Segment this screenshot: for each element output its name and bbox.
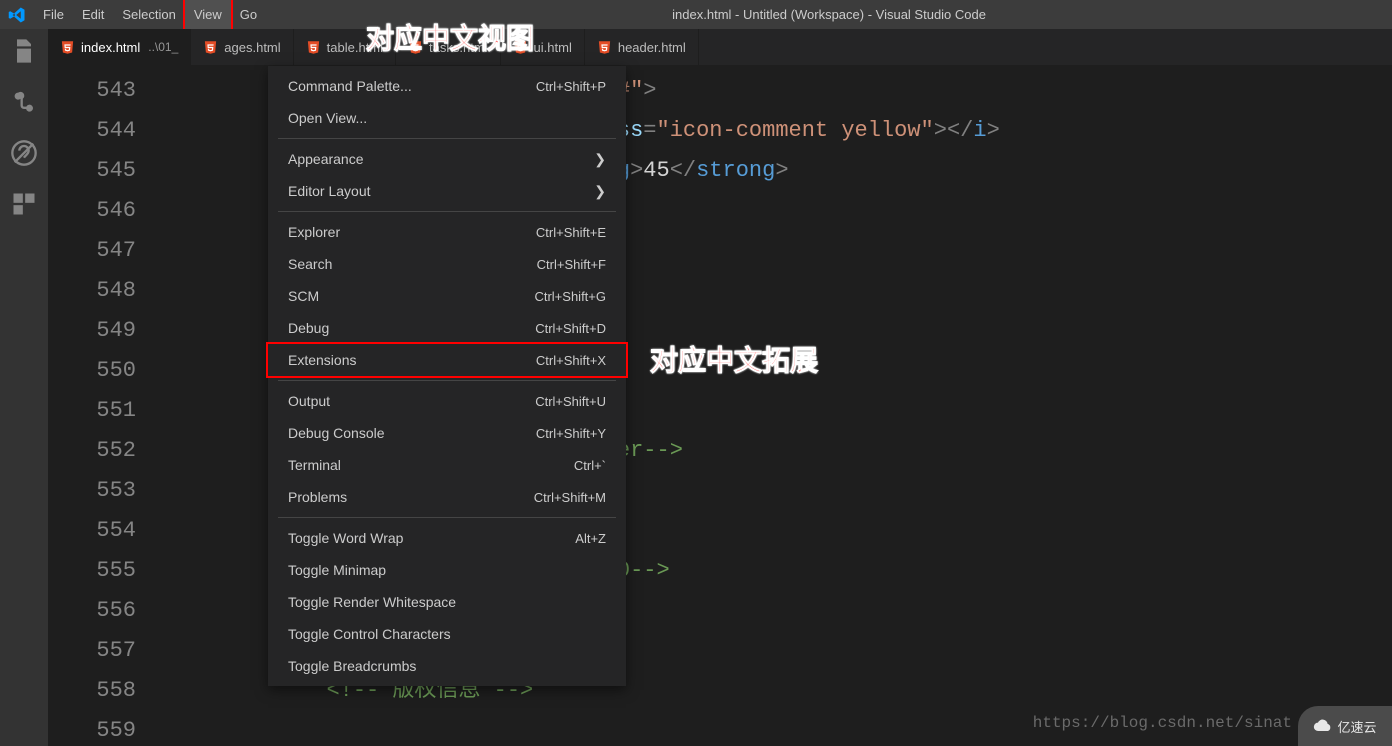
menu-debug[interactable]: Debug Ctrl+Shift+D	[268, 312, 626, 344]
menu-edit[interactable]: Edit	[73, 0, 113, 29]
menu-command-palette-[interactable]: Command Palette... Ctrl+Shift+P	[268, 70, 626, 102]
watermark-url: https://blog.csdn.net/sinat	[1033, 714, 1292, 732]
menu-separator	[278, 211, 616, 212]
shortcut-label: Ctrl+Shift+U	[535, 394, 606, 409]
menu-label: Toggle Control Characters	[288, 626, 451, 642]
menu-editor-layout[interactable]: Editor Layout ❯	[268, 175, 626, 207]
shortcut-label: Ctrl+Shift+G	[534, 289, 606, 304]
editor-tabs: index.html..\01_ages.htmltable.htmltasks…	[48, 29, 1392, 65]
menu-open-view-[interactable]: Open View...	[268, 102, 626, 134]
tab-index-html[interactable]: index.html ..\01_	[48, 29, 191, 65]
menu-appearance[interactable]: Appearance ❯	[268, 143, 626, 175]
menu-go[interactable]: Go	[231, 0, 266, 29]
editor[interactable]: 5435445455465475485495505515525535545555…	[48, 65, 1392, 746]
menu-bar: File Edit Selection View Go	[34, 0, 266, 29]
vscode-logo-icon	[0, 6, 34, 24]
menu-file[interactable]: File	[34, 0, 73, 29]
shortcut-label: Ctrl+Shift+E	[536, 225, 606, 240]
menu-label: Editor Layout	[288, 183, 371, 199]
menu-scm[interactable]: SCM Ctrl+Shift+G	[268, 280, 626, 312]
tab-header-html[interactable]: header.html	[585, 29, 699, 65]
explorer-icon[interactable]	[10, 37, 38, 70]
shortcut-label: Ctrl+Shift+M	[534, 490, 606, 505]
menu-toggle-breadcrumbs[interactable]: Toggle Breadcrumbs	[268, 650, 626, 682]
tab-label: ui.html	[534, 40, 572, 55]
menu-separator	[278, 380, 616, 381]
tab-helper: ..\01_	[148, 40, 178, 54]
annotation-extensions: 对应中文拓展	[650, 339, 818, 379]
watermark-brand: 亿速云	[1298, 706, 1392, 746]
menu-label: Explorer	[288, 224, 340, 240]
shortcut-label: Ctrl+Shift+Y	[536, 426, 606, 441]
menu-label: Command Palette...	[288, 78, 412, 94]
chevron-right-icon: ❯	[594, 151, 606, 168]
menu-view[interactable]: View	[185, 0, 231, 29]
menu-label: Toggle Word Wrap	[288, 530, 403, 546]
tab-ages-html[interactable]: ages.html	[191, 29, 293, 65]
menu-label: Search	[288, 256, 332, 272]
menu-toggle-control-characters[interactable]: Toggle Control Characters	[268, 618, 626, 650]
menu-label: Output	[288, 393, 330, 409]
menu-toggle-word-wrap[interactable]: Toggle Word Wrap Alt+Z	[268, 522, 626, 554]
shortcut-label: Ctrl+Shift+X	[536, 353, 606, 368]
menu-label: Debug Console	[288, 425, 385, 441]
editor-main: 对应中文视图 对应中文拓展 index.html..\01_ages.htmlt…	[48, 29, 1392, 746]
menu-label: Appearance	[288, 151, 364, 167]
menu-label: Problems	[288, 489, 347, 505]
tab-label: header.html	[618, 40, 686, 55]
menu-label: Open View...	[288, 110, 367, 126]
menu-separator	[278, 517, 616, 518]
title-bar: File Edit Selection View Go index.html -…	[0, 0, 1392, 29]
menu-label: Toggle Render Whitespace	[288, 594, 456, 610]
menu-terminal[interactable]: Terminal Ctrl+`	[268, 449, 626, 481]
menu-extensions[interactable]: Extensions Ctrl+Shift+X	[268, 344, 626, 376]
tab-label: index.html	[81, 40, 140, 55]
menu-debug-console[interactable]: Debug Console Ctrl+Shift+Y	[268, 417, 626, 449]
watermark-brand-label: 亿速云	[1337, 717, 1376, 736]
chevron-right-icon: ❯	[594, 183, 606, 200]
menu-selection[interactable]: Selection	[113, 0, 184, 29]
menu-explorer[interactable]: Explorer Ctrl+Shift+E	[268, 216, 626, 248]
annotation-view: 对应中文视图	[366, 17, 534, 57]
shortcut-label: Ctrl+Shift+F	[537, 257, 606, 272]
menu-label: Toggle Breadcrumbs	[288, 658, 416, 674]
menu-output[interactable]: Output Ctrl+Shift+U	[268, 385, 626, 417]
menu-label: SCM	[288, 288, 319, 304]
shortcut-label: Ctrl+Shift+D	[535, 321, 606, 336]
menu-search[interactable]: Search Ctrl+Shift+F	[268, 248, 626, 280]
menu-label: Extensions	[288, 352, 356, 368]
shortcut-label: Alt+Z	[575, 531, 606, 546]
menu-toggle-minimap[interactable]: Toggle Minimap	[268, 554, 626, 586]
menu-problems[interactable]: Problems Ctrl+Shift+M	[268, 481, 626, 513]
menu-toggle-render-whitespace[interactable]: Toggle Render Whitespace	[268, 586, 626, 618]
menu-separator	[278, 138, 616, 139]
menu-label: Debug	[288, 320, 329, 336]
tab-label: ages.html	[224, 40, 280, 55]
menu-label: Toggle Minimap	[288, 562, 386, 578]
shortcut-label: Ctrl+`	[574, 458, 606, 473]
menu-label: Terminal	[288, 457, 341, 473]
view-menu-dropdown: Command Palette... Ctrl+Shift+P Open View.…	[268, 66, 626, 686]
shortcut-label: Ctrl+Shift+P	[536, 79, 606, 94]
